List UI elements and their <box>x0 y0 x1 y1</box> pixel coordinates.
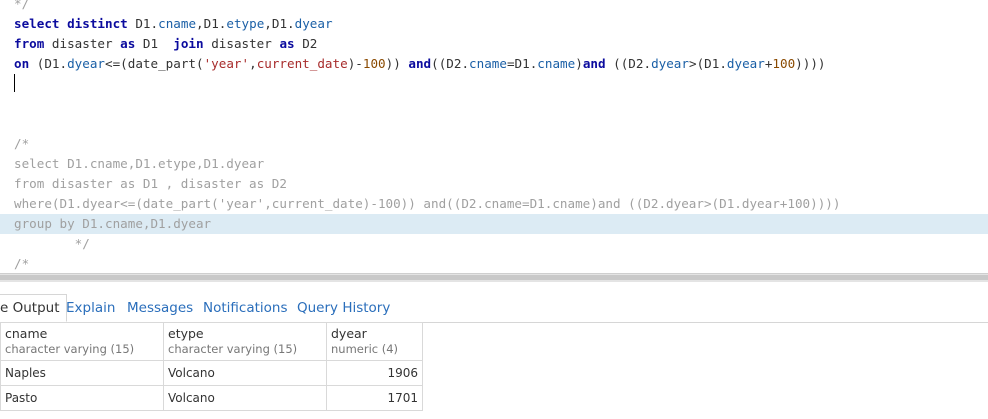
tab-data-output[interactable]: e Output <box>0 294 67 322</box>
table-row[interactable]: Naples Volcano 1906 <box>0 360 423 386</box>
text-cursor <box>14 74 15 92</box>
column-header-dyear[interactable]: dyear numeric (4) <box>326 322 423 361</box>
code-line-3: from disaster as D1 join disaster as D2 <box>14 36 318 51</box>
tab-messages[interactable]: Messages <box>127 295 193 321</box>
scrollbar-thumb[interactable] <box>0 275 988 280</box>
cell-dyear[interactable]: 1701 <box>326 385 423 411</box>
sql-editor[interactable]: */ select distinct D1.cname,D1.etype,D1.… <box>0 0 988 273</box>
code-line-9: select D1.cname,D1.etype,D1.dyear <box>14 156 265 171</box>
code-line-2: select distinct D1.cname,D1.etype,D1.dye… <box>14 16 333 31</box>
tab-query-history[interactable]: Query History <box>297 295 390 321</box>
results-grid: cname character varying (15) etype chara… <box>0 322 423 411</box>
cell-cname[interactable]: Pasto <box>0 385 164 411</box>
code-line-11: where(D1.dyear<=(date_part('year',curren… <box>14 196 841 211</box>
editor-horizontal-scrollbar[interactable] <box>0 273 988 282</box>
code-line-15: /* <box>14 256 30 271</box>
cell-dyear[interactable]: 1906 <box>326 360 423 386</box>
table-row[interactable]: Pasto Volcano 1701 <box>0 385 423 411</box>
cell-cname[interactable]: Naples <box>0 360 164 386</box>
tab-explain[interactable]: Explain <box>66 295 115 321</box>
cell-etype[interactable]: Volcano <box>163 360 327 386</box>
cell-etype[interactable]: Volcano <box>163 385 327 411</box>
tab-notifications[interactable]: Notifications <box>203 295 288 321</box>
code-line-10: from disaster as D1 , disaster as D2 <box>14 176 287 191</box>
code-line-1: */ <box>14 0 30 11</box>
code-line-4: on (D1.dyear<=(date_part('year',current_… <box>14 56 826 71</box>
code-line-13: */ <box>14 236 90 251</box>
column-header-cname[interactable]: cname character varying (15) <box>0 322 164 361</box>
code-line-8: /* <box>14 136 30 151</box>
output-tabs: e Output Explain Messages Notifications … <box>0 290 988 323</box>
code-line-12: group by D1.cname,D1.dyear <box>14 216 212 231</box>
column-header-etype[interactable]: etype character varying (15) <box>163 322 327 361</box>
